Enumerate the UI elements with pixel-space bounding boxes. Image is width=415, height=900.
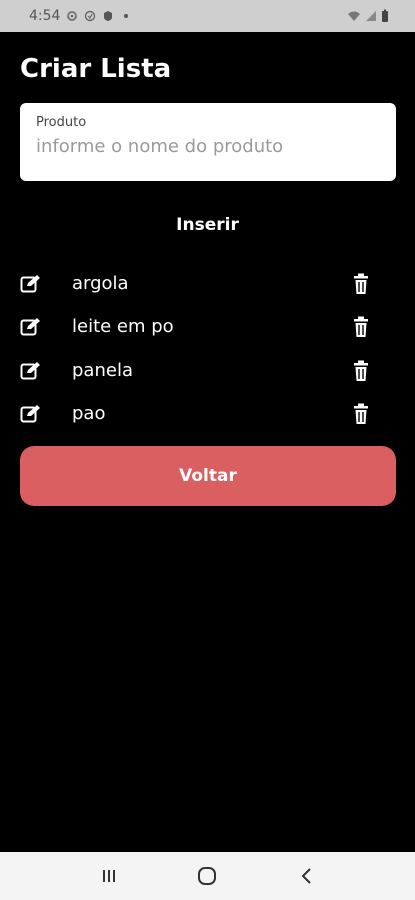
back-button[interactable]: Voltar [20,446,396,506]
edit-icon[interactable] [20,361,42,381]
status-right [347,9,389,23]
item-label: argola [72,273,129,294]
battery-icon [382,9,388,22]
list-item: leite em po [0,313,415,356]
home-icon [198,867,217,885]
status-left: 4:54 [29,8,132,24]
product-list: argola leite em po panela pao [0,270,415,443]
status-time: 4:54 [29,8,61,24]
circle-icon [85,10,96,22]
wifi-icon [348,11,360,21]
edit-icon[interactable] [20,317,42,337]
edit-icon[interactable] [20,274,42,294]
item-label: leite em po [72,316,174,338]
page-title: Criar Lista [20,54,172,84]
trash-icon[interactable] [352,273,370,295]
trash-icon[interactable] [352,316,370,338]
back-nav-button[interactable] [291,861,321,891]
gear-icon [67,11,78,21]
product-input-label: Produto [36,115,87,130]
signal-icon [366,11,376,21]
edit-icon[interactable] [20,404,42,424]
item-label: panela [72,359,133,381]
system-nav-bar [0,852,415,900]
list-item: argola [0,270,415,313]
recent-apps-button[interactable] [94,861,124,891]
back-icon [301,868,311,884]
product-input[interactable] [36,136,380,157]
item-label: pao [72,402,106,424]
shield-icon [104,11,113,21]
list-item: panela [0,357,415,400]
dot-icon [124,14,129,18]
home-button[interactable] [192,861,222,891]
create-list-screen: Criar Lista Produto Inserir argola leite… [0,32,415,852]
list-item: pao [0,400,415,443]
trash-icon[interactable] [352,403,370,425]
trash-icon[interactable] [352,360,370,382]
product-input-card[interactable]: Produto [20,103,396,181]
insert-button[interactable]: Inserir [0,215,415,235]
status-bar: 4:54 [0,0,415,32]
recent-apps-icon [103,870,116,882]
